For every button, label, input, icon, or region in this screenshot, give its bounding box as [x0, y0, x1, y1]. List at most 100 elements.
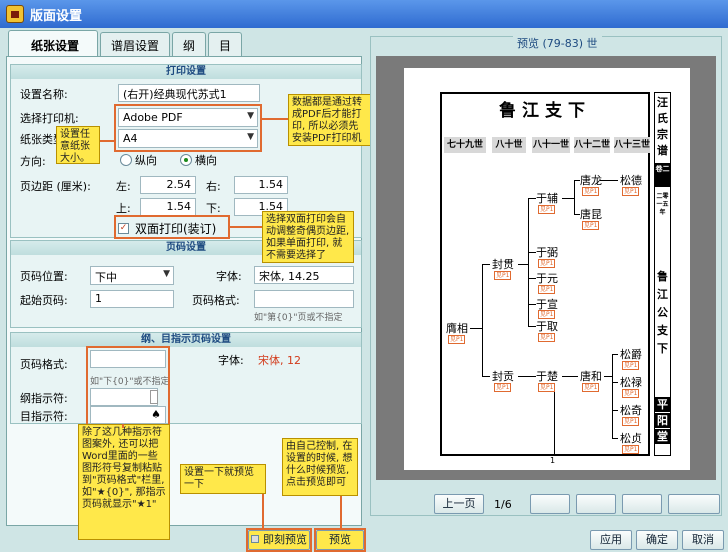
chevron-down-icon[interactable]: ▼ [163, 269, 170, 279]
seal-mark: 见P1 [622, 417, 640, 426]
tree-line [612, 354, 613, 438]
tree-line [518, 264, 528, 265]
preview-note-arrow [262, 494, 264, 530]
side-label: 江 [657, 288, 668, 301]
margin-bottom-label: 下: [206, 202, 221, 215]
seal-mark: 见P1 [448, 335, 466, 344]
generation-header: 八十世 [492, 137, 526, 153]
person-name: 松贞 [620, 432, 642, 445]
generation-header: 七十九世 [444, 137, 486, 153]
side-label: 支 [657, 324, 668, 337]
person-name: 唐龙 [580, 174, 602, 187]
print-settings-header: 打印设置 [11, 65, 361, 79]
pdf-note-arrow [262, 118, 288, 120]
control-note-arrow [340, 496, 342, 530]
margin-label: 页边距 (厘米): [20, 180, 91, 193]
outline-font-label: 字体: [218, 354, 244, 367]
generation-header: 八十二世 [574, 137, 610, 153]
cancel-button[interactable]: 取消 [682, 530, 724, 550]
preview-group-title: 预览 (79-83) 世 [513, 35, 602, 51]
page-nav-button[interactable] [530, 494, 570, 514]
side-label: 氏 [657, 112, 668, 125]
pagenum-font-input[interactable]: 宋体, 14.25 [254, 266, 354, 284]
tab-paper-settings[interactable]: 纸张设置 [8, 30, 99, 56]
page-number: 1 [550, 456, 556, 465]
page-nav-button[interactable] [622, 494, 662, 514]
settings-name-input[interactable]: (右开)经典现代苏式1 [118, 84, 260, 102]
person-name: 封贡 [492, 370, 514, 383]
duplex-highlight [114, 215, 230, 239]
radio-checked-icon [180, 154, 192, 166]
person-name: 松德 [620, 174, 642, 187]
orientation-label: 方向: [20, 155, 46, 168]
printer-label: 选择打印机: [20, 112, 79, 125]
person-name: 膺相 [446, 322, 468, 335]
symbol-note-arrow [122, 424, 124, 428]
duplex-note-arrow [230, 226, 262, 228]
orientation-landscape-radio[interactable]: 横向 [180, 152, 217, 168]
pagenum-position-select[interactable]: 下中 ▼ [90, 266, 174, 285]
page-nav-button[interactable] [668, 494, 720, 514]
page-indicator: 1/6 [494, 498, 512, 511]
start-page-input[interactable]: 1 [90, 290, 174, 308]
seal-mark: 见P1 [538, 259, 556, 268]
apply-button[interactable]: 应用 [590, 530, 632, 550]
tab-header-settings[interactable]: 谱眉设置 [100, 32, 171, 56]
seal-mark: 见P1 [622, 445, 640, 454]
tree-line [562, 376, 578, 377]
seal-mark: 见P1 [538, 383, 556, 392]
seal-mark: 见P1 [622, 389, 640, 398]
tree-line [600, 180, 618, 181]
window-title: 版面设置 [30, 8, 83, 24]
radio-icon [120, 154, 132, 166]
tree-line [528, 278, 536, 279]
margin-right-input[interactable]: 1.54 [234, 176, 288, 194]
app-icon [6, 5, 24, 23]
side-label: 宗 [657, 128, 668, 141]
tab-outline[interactable]: 纲 [172, 32, 207, 56]
person-name: 于取 [536, 320, 558, 333]
paper-note: 设置任意纸张大小。 [56, 126, 100, 164]
side-label: 堂 [655, 429, 670, 444]
margin-top-input[interactable]: 1.54 [140, 198, 196, 216]
pagenum-format-input[interactable] [254, 290, 354, 308]
tree-line [554, 384, 555, 456]
person-name: 于楚 [536, 370, 558, 383]
person-name: 唐和 [580, 370, 602, 383]
prev-page-button[interactable]: 上一页 [434, 494, 484, 514]
tree-line [528, 326, 536, 327]
generation-header: 八十三世 [614, 137, 650, 153]
tree-line [604, 376, 612, 377]
person-name: 于元 [536, 272, 558, 285]
ok-button[interactable]: 确定 [636, 530, 678, 550]
start-page-label: 起始页码: [20, 294, 68, 307]
pagenum-font-label: 字体: [216, 270, 242, 283]
orientation-portrait-radio[interactable]: 纵向 [120, 152, 157, 168]
tab-item[interactable]: 目 [208, 32, 243, 56]
margin-left-input[interactable]: 2.54 [140, 176, 196, 194]
preview-note: 设置一下就预览一下 [180, 464, 266, 494]
person-name: 于辅 [536, 192, 558, 205]
preview-highlight [314, 528, 366, 552]
generation-header: 八十一世 [532, 137, 570, 153]
side-label: 公 [657, 306, 668, 319]
seal-mark: 见P1 [494, 383, 512, 392]
instant-preview-highlight [246, 528, 312, 552]
pagenum-format-label: 页码格式: [192, 294, 240, 307]
pagenum-format-hint: 如"第{0}"页或不指定 [254, 313, 343, 323]
tab-bar: 纸张设置 谱眉设置 纲 目 [8, 30, 244, 56]
tree-line [528, 198, 529, 326]
page-nav-button[interactable] [576, 494, 616, 514]
tree-line [470, 328, 482, 329]
tree-line [528, 252, 536, 253]
tree-line [482, 376, 490, 377]
tree-line [612, 410, 618, 411]
person-name: 松爵 [620, 348, 642, 361]
margin-left-label: 左: [116, 180, 131, 193]
seal-mark: 见P1 [538, 205, 556, 214]
genealogy-title: 鲁江支下 [499, 101, 591, 121]
tree-line [612, 354, 618, 355]
seal-mark: 见P1 [538, 285, 556, 294]
side-label: 阳 [655, 413, 670, 428]
tree-line [528, 304, 536, 305]
